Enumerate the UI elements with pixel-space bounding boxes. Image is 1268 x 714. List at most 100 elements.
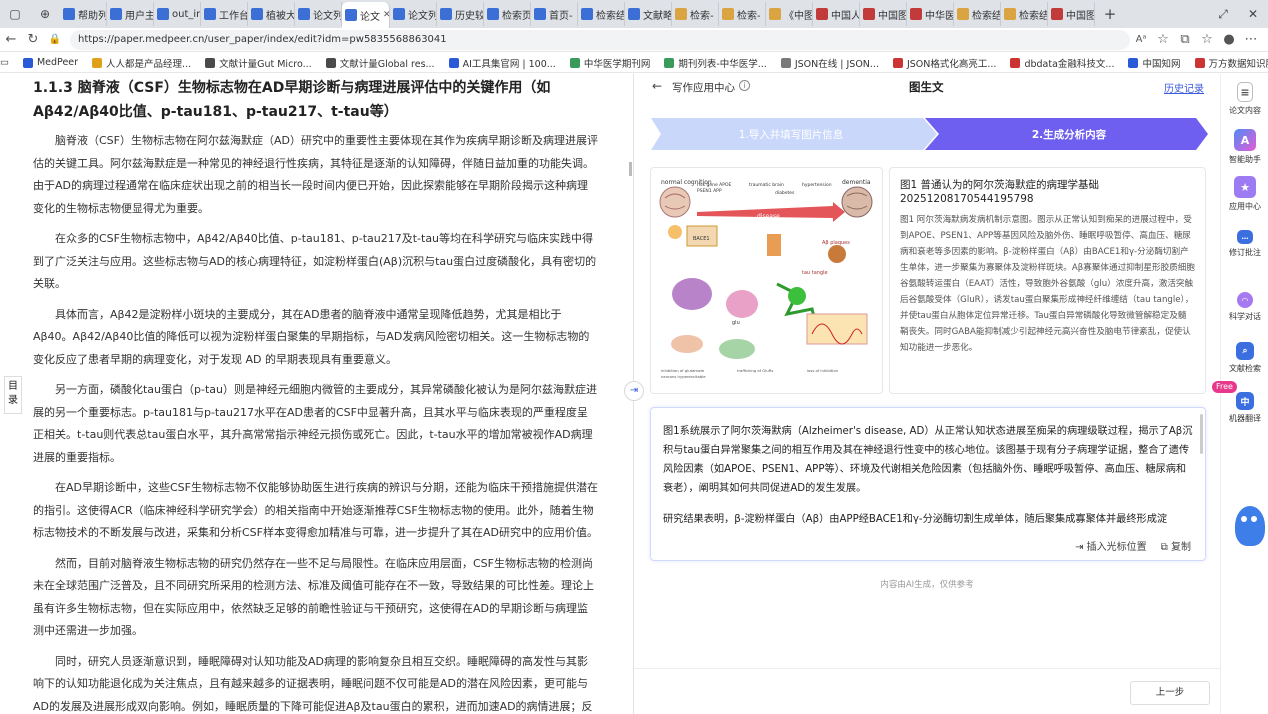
bookmark-item[interactable]: 万方数据知识服务...: [1194, 56, 1268, 70]
section-heading: 1.1.3 脑脊液（CSF）生物标志物在AD早期诊断与病理进展评估中的关键作用（…: [33, 80, 551, 120]
collections-icon[interactable]: ☆: [1196, 32, 1218, 47]
browser-tab[interactable]: 用户主: [107, 2, 154, 26]
back-arrow-icon[interactable]: ←: [652, 79, 662, 93]
browser-tab[interactable]: 论文列: [295, 2, 342, 26]
back-icon[interactable]: ←: [0, 32, 22, 47]
browser-tab[interactable]: 检索结: [578, 2, 625, 26]
history-link[interactable]: 历史记录: [1164, 80, 1204, 95]
tool-machine-translate[interactable]: 中机器翻译: [1221, 392, 1268, 424]
ai-disclaimer: 内容由AI生成，仅供参考: [880, 580, 974, 590]
read-aloud-icon[interactable]: Aᵃ: [1130, 34, 1152, 45]
apps-icon: ★: [1234, 176, 1256, 198]
browser-tab[interactable]: 植被大: [248, 2, 295, 26]
prev-step-button[interactable]: 上一步: [1130, 681, 1210, 705]
browser-tab[interactable]: 检索结: [1001, 2, 1048, 26]
browser-tab[interactable]: 论文列: [390, 2, 437, 26]
more-icon[interactable]: ⋯: [1240, 32, 1262, 47]
paragraph[interactable]: 然而，目前对脑脊液生物标志物的研究仍然存在一些不足与局限性。在临床应用层面，CS…: [33, 553, 598, 643]
result-paragraph[interactable]: 图1系统展示了阿尔茨海默病（Alzheimer's disease, AD）从正…: [663, 422, 1193, 498]
browser-tab[interactable]: 帮助列: [60, 2, 107, 26]
bookmark-item[interactable]: 文献计量Global res...: [325, 56, 435, 70]
tab-favicon-icon: [251, 8, 263, 20]
toc-toggle-button[interactable]: 目录: [4, 376, 22, 414]
avatar[interactable]: ●: [1218, 32, 1240, 47]
paragraph[interactable]: 另一方面，磷酸化tau蛋白（p-tau）则是神经元细胞内微管的主要成分，其异常磷…: [33, 379, 598, 469]
info-icon[interactable]: i: [739, 80, 750, 91]
bookmark-item[interactable]: JSON格式化高亮工...: [892, 56, 997, 70]
bookmark-item[interactable]: 期刊列表-中华医学...: [664, 56, 767, 70]
figure-title: 图1 普通认为的阿尔茨海默症的病理学基础: [900, 179, 1100, 191]
browser-tab[interactable]: 中华医: [907, 2, 954, 26]
close-tab-icon[interactable]: ✕: [383, 10, 389, 20]
extensions-icon[interactable]: ⧉: [1174, 32, 1196, 47]
step-2-label[interactable]: 2.生成分析内容: [1032, 128, 1107, 141]
collapse-panel-button[interactable]: ⇥: [624, 381, 644, 401]
article-editor[interactable]: 1.1.3 脑脊液（CSF）生物标志物在AD早期诊断与病理进展评估中的关键作用（…: [0, 74, 632, 714]
copy-button[interactable]: ⧉ 复制: [1161, 538, 1191, 553]
result-paragraph[interactable]: 研究结果表明，β-淀粉样蛋白（Aβ）由APP经BACE1和γ-分泌酶切割生成单体…: [663, 510, 1193, 524]
bookmark-item[interactable]: JSON在线 | JSON...: [780, 56, 879, 70]
browser-tab[interactable]: 历史较: [437, 2, 484, 26]
profile-icon[interactable]: ▢: [4, 3, 26, 25]
tab-label: 检索-: [690, 10, 714, 22]
editor-scrollbar[interactable]: [629, 162, 632, 176]
favorite-icon[interactable]: ☆: [1152, 32, 1174, 47]
paragraph[interactable]: 在众多的CSF生物标志物中，Aβ42/Aβ40比值、p-tau181、p-tau…: [33, 228, 598, 296]
copy-icon: ⧉: [1160, 542, 1168, 553]
bookmark-item[interactable]: 中国知网: [1128, 56, 1181, 70]
back-label[interactable]: 写作应用中心: [672, 80, 735, 95]
bookmark-item[interactable]: 人人都是产品经理...: [92, 56, 191, 70]
collapse-icon: ⇥: [629, 385, 639, 396]
reload-icon[interactable]: ↻: [22, 32, 44, 47]
generated-content-box[interactable]: 图1系统展示了阿尔茨海默病（Alzheimer's disease, AD）从正…: [650, 407, 1206, 561]
browser-tab[interactable]: 中国图: [860, 2, 907, 26]
result-scrollbar[interactable]: [1200, 414, 1203, 454]
tool-science-chat[interactable]: ◠ 科学对话: [1221, 292, 1268, 322]
browser-tab[interactable]: out_im: [154, 2, 201, 26]
step-indicator: 1.导入并填写图片信息 2.生成分析内容: [651, 118, 1208, 150]
tab-label: 论文: [360, 11, 380, 23]
bookmark-item[interactable]: AI工具集官网 | 100...: [448, 56, 556, 70]
tab-favicon-icon: [675, 8, 687, 20]
browser-tab[interactable]: 工作台: [201, 2, 248, 26]
step-1-label[interactable]: 1.导入并填写图片信息: [739, 128, 844, 141]
browser-tab[interactable]: 首页-: [531, 2, 578, 26]
tool-doc-content[interactable]: ≡ 论文内容: [1221, 82, 1268, 116]
right-toolbar: ≡ 论文内容 A 智能助手 ★ 应用中心 … 修订批注 ◠ 科学对话 ⌕ 文献检索 Free…: [1212, 74, 1268, 714]
bookmark-item[interactable]: 文献计量Gut Micro...: [205, 56, 312, 70]
browser-tab[interactable]: 《中图: [766, 2, 813, 26]
bookmark-folder-icon[interactable]: ▭: [0, 57, 9, 68]
workspaces-icon[interactable]: ⊕: [34, 3, 56, 25]
mascot-icon[interactable]: [1235, 506, 1265, 546]
paragraph[interactable]: 脑脊液（CSF）生物标志物在阿尔兹海默症（AD）研究中的重要性主要体现在其作为疾…: [33, 130, 598, 220]
tool-ai-assistant[interactable]: A 智能助手: [1221, 129, 1268, 165]
paragraph[interactable]: 同时，研究人员逐渐意识到，睡眠障碍对认知功能及AD病理的影响复杂且相互交织。睡眠…: [33, 651, 598, 714]
restore-icon[interactable]: ⤢: [1212, 3, 1234, 25]
address-bar: ← ↻ 🔒 https://paper.medpeer.cn/user_pape…: [0, 28, 1268, 52]
bookmark-item[interactable]: dbdata金融科技文...: [1010, 56, 1114, 70]
insert-icon: ⇥: [1075, 542, 1084, 553]
browser-tab[interactable]: 文献略: [625, 2, 672, 26]
browser-tab[interactable]: 中国人: [813, 2, 860, 26]
browser-tab[interactable]: 检索-: [719, 2, 766, 26]
browser-tab[interactable]: 检索-: [672, 2, 719, 26]
bookmark-label: JSON格式化高亮工...: [906, 58, 997, 70]
bookmark-item[interactable]: MedPeer: [22, 57, 78, 68]
tool-app-center[interactable]: ★ 应用中心: [1221, 176, 1268, 212]
figure-thumbnail[interactable]: normal cognition dementia disease risk g…: [650, 167, 883, 394]
url-field[interactable]: https://paper.medpeer.cn/user_paper/inde…: [70, 29, 1130, 50]
bookmark-item[interactable]: 中华医学期刊网: [569, 56, 650, 70]
browser-tab[interactable]: 检索页: [484, 2, 531, 26]
tab-favicon-icon: [910, 8, 922, 20]
paragraph[interactable]: 具体而言，Aβ42是淀粉样小斑块的主要成分，其在AD患者的脑脊液中通常呈现降低趋…: [33, 304, 598, 372]
paragraph[interactable]: 在AD早期诊断中，这些CSF生物标志物不仅能够协助医生进行疾病的辨识与分期，还能…: [33, 477, 598, 545]
tool-literature-search[interactable]: ⌕ 文献检索: [1221, 342, 1268, 374]
new-tab-button[interactable]: +: [1099, 3, 1121, 25]
browser-tab[interactable]: 检索结: [954, 2, 1001, 26]
insert-cursor-button[interactable]: ⇥ 插入光标位置: [1075, 538, 1147, 553]
browser-tab[interactable]: 论文 ✕: [342, 2, 390, 28]
close-window-icon[interactable]: ✕: [1242, 3, 1264, 25]
browser-tab[interactable]: 中国图: [1048, 2, 1095, 26]
tab-label: 检索结: [972, 10, 1001, 22]
tool-revision[interactable]: … 修订批注: [1221, 230, 1268, 258]
